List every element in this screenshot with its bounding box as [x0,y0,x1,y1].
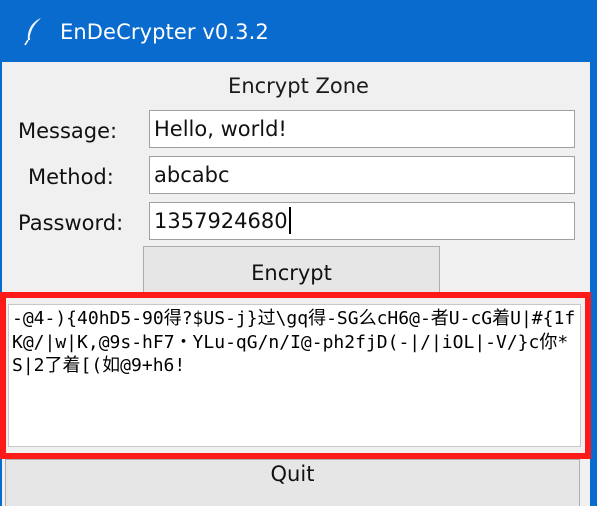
quit-button[interactable]: Quit [5,459,580,506]
password-value: 1357924680 [154,209,288,233]
feather-icon [24,18,41,46]
zone-title: Encrypt Zone [228,74,369,98]
method-label: Method: [28,165,114,189]
text-caret [288,206,291,234]
message-label: Message: [18,119,118,143]
password-input[interactable]: 1357924680 [149,202,575,240]
password-label: Password: [18,211,124,235]
message-input[interactable]: Hello, world! [149,110,575,148]
method-input[interactable]: abcabc [149,156,575,194]
title-bar[interactable]: EnDeCrypter v0.3.2 [0,0,597,62]
window-title: EnDeCrypter v0.3.2 [60,20,269,44]
app-window: EnDeCrypter v0.3.2 Encrypt Zone Message:… [0,0,597,506]
output-textbox[interactable]: -@4-){40hD5-90得?$US-j}过\gq得-SG么cH6@-者U-c… [8,304,581,447]
